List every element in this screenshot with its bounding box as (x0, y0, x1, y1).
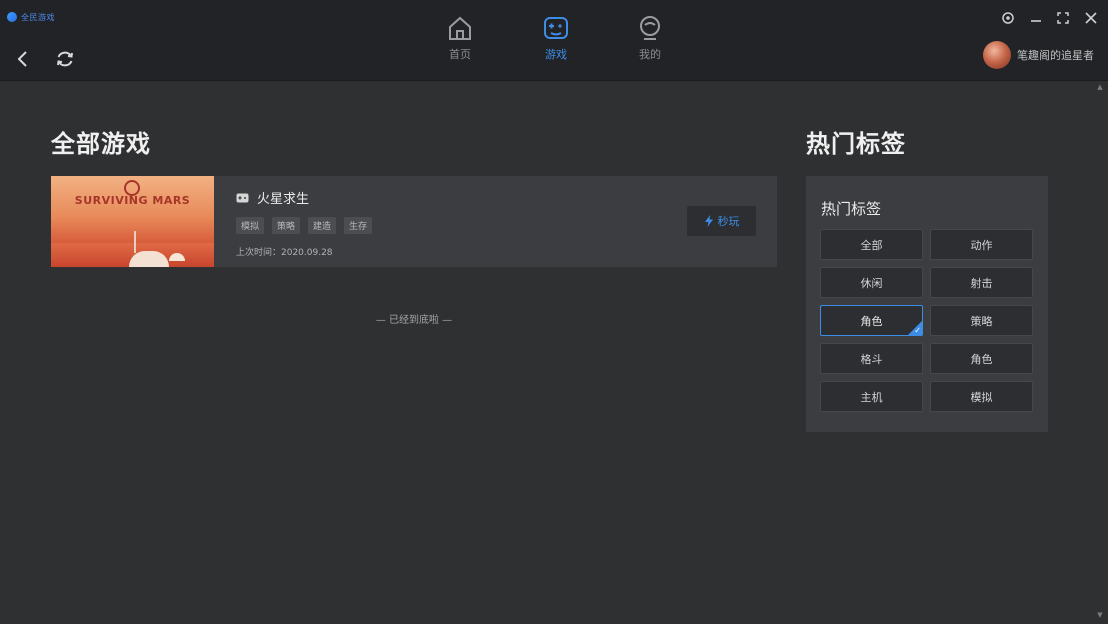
close-button[interactable] (1082, 9, 1100, 27)
tab-home[interactable]: 首页 (430, 14, 490, 70)
cover-title: SURVIVING MARS (74, 194, 191, 207)
home-icon (449, 16, 471, 40)
tag-button[interactable]: 角色 (930, 343, 1033, 374)
close-icon (1085, 12, 1097, 24)
tag-button[interactable]: 模拟 (930, 381, 1033, 412)
tag-button[interactable]: 策略 (930, 305, 1033, 336)
tag-button[interactable]: 格斗 (820, 343, 923, 374)
logo-text: 全民游戏 (21, 12, 55, 22)
game-tag: 建造 (308, 217, 337, 234)
avatar[interactable] (983, 41, 1011, 69)
tab-games[interactable]: 游戏 (526, 14, 586, 70)
app-logo: 全民游戏 (7, 10, 55, 24)
tag-button[interactable]: 主机 (820, 381, 923, 412)
scroll-up-icon[interactable]: ▲ (1096, 84, 1104, 91)
gamepad-icon (236, 193, 249, 203)
tag-button[interactable]: 射击 (930, 267, 1033, 298)
back-button[interactable] (10, 46, 36, 72)
tab-games-label: 游戏 (545, 48, 567, 61)
cover-antenna (134, 231, 136, 253)
game-cover-image[interactable]: SURVIVING MARS (51, 176, 214, 267)
chevron-left-icon (17, 51, 27, 67)
tag-button[interactable]: 动作 (930, 229, 1033, 260)
fullscreen-icon (1057, 12, 1069, 24)
instant-play-button[interactable]: 秒玩 (687, 206, 756, 236)
game-info: 火星求生 模拟 策略 建造 生存 上次时间：2020.09.28 (236, 188, 373, 258)
sidebar-title: 热门标签 (806, 130, 906, 158)
tag-button[interactable]: 全部 (820, 229, 923, 260)
instant-play-label: 秒玩 (717, 215, 740, 228)
tab-profile-label: 我的 (639, 48, 661, 61)
logo-mark-icon (7, 12, 17, 22)
scroll-down-icon[interactable]: ▼ (1096, 612, 1104, 619)
tag-button-label: 角色 (860, 314, 883, 328)
username: 笔趣阁的追星者 (1017, 49, 1094, 62)
minimize-button[interactable] (1027, 9, 1045, 27)
page-title: 全部游戏 (51, 130, 151, 158)
game-tag: 模拟 (236, 217, 265, 234)
minimize-icon (1031, 20, 1041, 22)
tab-home-label: 首页 (449, 48, 471, 61)
title-bar: 全民游戏 首页 游戏 我的 笔趣阁的追星者 (0, 0, 1108, 81)
last-played-time: 上次时间：2020.09.28 (236, 248, 333, 258)
refresh-icon (57, 51, 73, 67)
settings-button[interactable] (999, 9, 1017, 27)
maximize-button[interactable] (1054, 9, 1072, 27)
refresh-button[interactable] (52, 46, 78, 72)
game-tag: 生存 (344, 217, 373, 234)
checkmark-icon: ✓ (914, 326, 921, 335)
tag-button[interactable]: 休闲 (820, 267, 923, 298)
tab-profile[interactable]: 我的 (620, 14, 680, 70)
game-name[interactable]: 火星求生 (257, 188, 309, 207)
gamepad-icon (544, 17, 568, 39)
profile-icon (640, 16, 660, 40)
gear-icon (1002, 12, 1014, 24)
scrollbar[interactable]: ▲ ▼ (1096, 84, 1104, 619)
lightning-icon (704, 215, 713, 227)
game-tag: 策略 (272, 217, 301, 234)
game-card[interactable]: SURVIVING MARS 火星求生 模拟 策略 建造 生存 上次时间：202… (51, 176, 777, 267)
end-of-list-message: — 已经到底啦 — (375, 315, 453, 326)
user-profile[interactable]: 笔趣阁的追星者 (983, 40, 1094, 70)
hot-tags-panel: 热门标签 全部 动作 休闲 射击 角色 ✓ 策略 格斗 角色 主机 模拟 (806, 176, 1048, 432)
tag-button-selected[interactable]: 角色 ✓ (820, 305, 923, 336)
hot-tags-panel-title: 热门标签 (821, 200, 882, 218)
game-tags: 模拟 策略 建造 生存 (236, 217, 373, 234)
